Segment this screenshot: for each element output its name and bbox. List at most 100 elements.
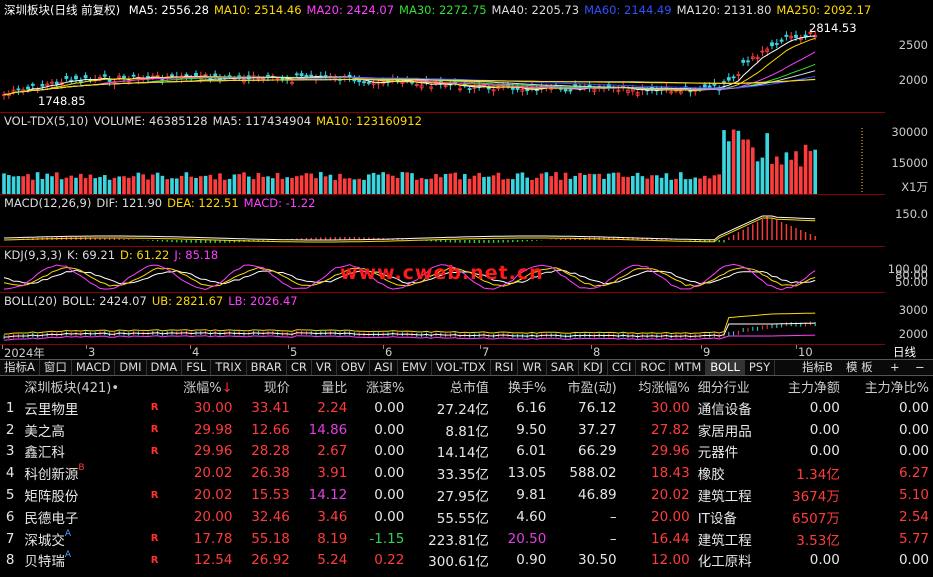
volume-axis: 30000 15000 X1万 <box>885 113 933 195</box>
time-tick <box>383 345 384 349</box>
indicator-tab[interactable]: VOL-TDX <box>432 360 491 375</box>
price: 33.41 <box>251 399 290 416</box>
table-row[interactable]: 5 矩阵股份 R 20.02 15.53 14.12 0.00 27.95亿 9.81 46.89… <box>0 484 933 506</box>
indicator-tab[interactable]: RSI <box>491 360 519 375</box>
table-row[interactable]: 7 深城交A R 17.78 55.18 8.19 -1.15 223.81亿 20.50 – 16… <box>0 528 933 550</box>
volume-bar <box>736 130 741 194</box>
row-index: 4 <box>5 465 15 482</box>
pe-ratio: – <box>609 508 617 525</box>
template-button[interactable]: 模 板 <box>846 360 873 375</box>
indicator-tab[interactable]: 窗口 <box>40 360 72 375</box>
column-header[interactable]: 主力净额 <box>770 376 844 397</box>
indicator-tab[interactable]: ROC <box>636 360 671 375</box>
indicator-tab[interactable]: KDJ <box>579 360 608 375</box>
table-row[interactable]: 4 科创新源B 20.02 26.38 3.91 0.00 33.35亿 13.05 588.0… <box>0 462 933 484</box>
indicator-tab[interactable]: CCI <box>608 360 637 375</box>
boll-chart[interactable] <box>0 308 885 344</box>
candle <box>702 84 707 88</box>
volume-bar <box>98 177 102 194</box>
indicator-tab[interactable]: DMA <box>147 360 183 375</box>
volume-bar <box>808 151 813 194</box>
table-row[interactable]: 2 美之高 R 29.98 12.66 14.86 0.00 8.81亿 9.50 37.27 27… <box>0 419 933 441</box>
volume-bar <box>122 176 126 194</box>
table-row[interactable]: 1 云里物里 R 30.00 33.41 2.24 0.00 27.24亿 6.16 76.12 3… <box>0 397 933 419</box>
column-header[interactable]: 总市值 <box>408 376 493 397</box>
divider <box>0 112 885 113</box>
change-pct: 20.00 <box>193 508 233 525</box>
indicator-tab[interactable]: ASI <box>370 360 398 375</box>
volume-bar <box>112 177 117 194</box>
indicator-tab[interactable]: BOLL <box>706 360 745 375</box>
indicator-tab[interactable]: CR <box>287 360 312 375</box>
market-cap: 300.61亿 <box>428 554 489 571</box>
volume-bar <box>530 179 534 194</box>
column-header[interactable]: 深圳板块(421)• <box>20 376 146 397</box>
volume-bar <box>194 178 198 194</box>
volume-bar <box>295 176 299 194</box>
candle <box>774 43 779 45</box>
period-label[interactable]: 日线 <box>893 344 916 360</box>
indicator-tab[interactable]: MACD <box>72 360 116 375</box>
pe-ratio: 76.12 <box>578 399 617 416</box>
volume-bar <box>626 177 630 194</box>
column-header[interactable]: 量比 <box>294 376 351 397</box>
turnover: 6.01 <box>516 443 547 460</box>
indicator-tab[interactable]: DMI <box>115 360 147 375</box>
indicator-tab[interactable]: PSY <box>745 360 776 375</box>
volume-chart[interactable] <box>0 128 885 194</box>
column-header[interactable]: 涨幅%↓ <box>166 376 236 397</box>
indicator-tab[interactable]: WR <box>518 360 547 375</box>
volume-bar <box>501 179 505 194</box>
indicator-tab[interactable]: OBV <box>337 360 371 375</box>
macd-chart[interactable] <box>0 210 885 246</box>
indicator-tab[interactable]: MTM <box>670 360 707 375</box>
indicator-tab[interactable]: SAR <box>547 360 580 375</box>
column-header[interactable] <box>0 376 20 397</box>
column-header[interactable]: 市盈(动) <box>550 376 620 397</box>
volume-bar <box>16 176 21 194</box>
minus-button[interactable]: − <box>915 360 925 375</box>
indicator-tab[interactable]: VR <box>312 360 337 375</box>
volume-bar <box>69 175 73 194</box>
column-header[interactable]: 均涨幅% <box>621 376 694 397</box>
volume-bar <box>429 178 433 194</box>
column-header[interactable]: 主力净比% <box>844 376 933 397</box>
volume-bar <box>271 178 275 194</box>
volume-bar <box>247 176 251 194</box>
stock-name-text: 科创新源 <box>24 467 79 484</box>
price-chart[interactable] <box>0 17 885 111</box>
volume-bar <box>151 174 155 194</box>
turnover: 4.60 <box>516 508 547 525</box>
axis-tick: 30000 <box>891 125 928 139</box>
column-header[interactable] <box>147 376 166 397</box>
column-header[interactable]: 现价 <box>236 376 293 397</box>
indicator-b-button[interactable]: 指标B <box>802 360 833 375</box>
market-cap: 223.81亿 <box>428 532 489 549</box>
volume-bar <box>616 172 621 194</box>
column-header[interactable]: 细分行业 <box>694 376 770 397</box>
industry: IT设备 <box>697 510 737 527</box>
indicator-tab[interactable]: BRAR <box>247 360 287 375</box>
column-header[interactable]: 涨速% <box>351 376 408 397</box>
candle <box>784 34 789 37</box>
indicator-value: LB: 2026.47 <box>228 294 298 308</box>
indicator-tab[interactable]: EMV <box>398 360 432 375</box>
table-row[interactable]: 3 鑫汇科 R 29.96 28.28 2.67 0.00 14.14亿 6.01 66.29 29… <box>0 441 933 463</box>
high-price-label: 2814.53 <box>809 21 857 35</box>
plus-button[interactable]: + <box>890 360 900 375</box>
boll-panel-header: BOLL(20) BOLL: 2424.07 UB: 2821.67 LB: 2026… <box>4 294 303 308</box>
turnover: 6.16 <box>516 399 547 416</box>
volume-bar <box>650 175 654 194</box>
indicator-tab[interactable]: 指标A <box>0 360 40 375</box>
time-axis-label: 4 <box>192 345 200 359</box>
volume-bar <box>693 177 697 194</box>
table-row[interactable]: 6 民德电子 20.00 32.46 3.46 0.00 55.55亿 4.60 – 20.00 I… <box>0 506 933 528</box>
industry: 建筑工程 <box>697 532 752 549</box>
table-row[interactable]: 8 贝特瑞A R 12.54 26.92 5.24 0.22 300.61亿 0.90 30.50… <box>0 550 933 572</box>
candle <box>362 81 366 84</box>
volume-bar <box>520 172 525 194</box>
indicator-tab[interactable]: FSL <box>182 360 212 375</box>
indicator-tab[interactable]: TRIX <box>211 360 247 375</box>
volume-bar <box>304 173 309 194</box>
column-header[interactable]: 换手% <box>493 376 550 397</box>
